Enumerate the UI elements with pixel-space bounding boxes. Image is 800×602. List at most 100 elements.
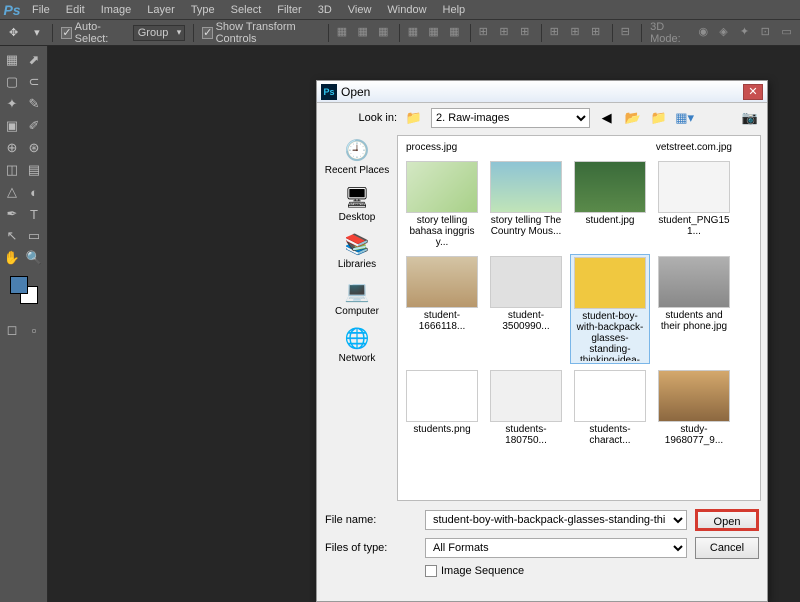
menu-type[interactable]: Type	[183, 4, 223, 16]
file-item[interactable]: student-boy-with-backpack-glasses-standi…	[570, 254, 650, 364]
menu-window[interactable]: Window	[379, 4, 434, 16]
artboard-tool-icon[interactable]: ⬈	[24, 50, 44, 70]
marquee-tool-icon[interactable]: ▢	[2, 72, 22, 92]
place-computer[interactable]: 💻Computer	[322, 278, 392, 317]
place-label: Network	[339, 353, 376, 364]
align-icon[interactable]: ▦	[449, 25, 462, 40]
file-item[interactable]: story telling The Country Mous...	[486, 159, 566, 250]
path-tool-icon[interactable]: ↖	[2, 226, 22, 246]
distribute-icon[interactable]: ⊞	[499, 25, 512, 40]
wand-tool-icon[interactable]: ✦	[2, 94, 22, 114]
cam-3d-icon[interactable]: ▭	[781, 25, 794, 40]
align-icon[interactable]: ▦	[378, 25, 391, 40]
image-sequence-checkbox[interactable]	[425, 565, 437, 577]
file-item[interactable]: students-charact...	[570, 368, 650, 448]
roll-3d-icon[interactable]: ✦	[740, 25, 753, 40]
align-icon[interactable]: ▦	[428, 25, 441, 40]
place-network[interactable]: 🌐 Network	[322, 325, 392, 364]
distribute-icon[interactable]: ⊞	[591, 25, 604, 40]
eraser-tool-icon[interactable]: ◫	[2, 160, 22, 180]
distribute-icon[interactable]: ⊞	[550, 25, 563, 40]
file-item[interactable]: students and their phone.jpg	[654, 254, 734, 364]
screen-mode-icon[interactable]: ▫	[24, 320, 44, 340]
dialog-title: Open	[341, 85, 743, 99]
pen-tool-icon[interactable]: ✒	[2, 204, 22, 224]
move-tool-icon[interactable]: ▦	[2, 50, 22, 70]
menu-image[interactable]: Image	[93, 4, 140, 16]
dialog-titlebar[interactable]: Ps Open ✕	[317, 81, 767, 103]
zoom-tool-icon[interactable]: 🔍	[24, 248, 44, 268]
pan-3d-icon[interactable]: ◈	[719, 25, 732, 40]
dodge-tool-icon[interactable]: ◐	[24, 182, 44, 202]
place-icon: 🌐	[341, 325, 373, 351]
distribute-icon[interactable]: ⊞	[479, 25, 492, 40]
align-icon[interactable]: ▦	[357, 25, 370, 40]
open-dialog: Ps Open ✕ Look in: 📁 2. Raw-images ◀ 📂 📁…	[316, 80, 768, 602]
file-item[interactable]: student-3500990...	[486, 254, 566, 364]
dropdown-icon[interactable]: ▾	[29, 24, 44, 42]
cancel-button[interactable]: Cancel	[695, 537, 759, 559]
filetype-dropdown[interactable]: All Formats	[425, 538, 687, 558]
auto-select-dropdown[interactable]: Group	[133, 25, 186, 41]
align-icon[interactable]: ▦	[408, 25, 421, 40]
file-item[interactable]: story telling bahasa inggris y...	[402, 159, 482, 250]
place-libraries[interactable]: 📚Libraries	[322, 231, 392, 270]
file-item[interactable]: student_PNG151...	[654, 159, 734, 250]
lasso-tool-icon[interactable]: ⊂	[24, 72, 44, 92]
lookin-dropdown[interactable]: 2. Raw-images	[431, 108, 590, 128]
place-recent-places[interactable]: 🕘Recent Places	[322, 137, 392, 176]
file-item[interactable]: student-1666118...	[402, 254, 482, 364]
file-list[interactable]: process.jpg vetstreet.com.jpg story tell…	[397, 135, 761, 501]
menu-select[interactable]: Select	[223, 4, 270, 16]
new-folder-icon[interactable]: 📁	[650, 109, 668, 127]
type-tool-icon[interactable]: T	[24, 204, 44, 224]
distribute-icon[interactable]: ⊞	[520, 25, 533, 40]
auto-align-icon[interactable]: ⊟	[621, 25, 634, 40]
menu-filter[interactable]: Filter	[269, 4, 309, 16]
file-thumb	[490, 161, 562, 213]
stamp-tool-icon[interactable]: ⊛	[24, 138, 44, 158]
distribute-icon[interactable]: ⊞	[570, 25, 583, 40]
place-desktop[interactable]: 🖥Desktop	[322, 184, 392, 223]
up-icon[interactable]: 📂	[624, 109, 642, 127]
menu-edit[interactable]: Edit	[58, 4, 93, 16]
bridge-icon[interactable]: 📷	[741, 109, 759, 127]
file-thumb	[658, 370, 730, 422]
file-thumb	[490, 370, 562, 422]
menu-3d[interactable]: 3D	[310, 4, 340, 16]
menu-help[interactable]: Help	[435, 4, 474, 16]
file-thumb	[658, 256, 730, 308]
file-name: student-boy-with-backpack-glasses-standi…	[573, 311, 647, 361]
brush-tool-icon[interactable]: ✐	[24, 116, 44, 136]
menu-file[interactable]: File	[24, 4, 58, 16]
auto-select-checkbox[interactable]: Auto-Select:	[61, 21, 124, 45]
color-swatches[interactable]	[10, 276, 40, 306]
shape-tool-icon[interactable]: ▭	[24, 226, 44, 246]
hand-tool-icon[interactable]: ✋	[2, 248, 22, 268]
align-icon[interactable]: ▦	[337, 25, 350, 40]
close-button[interactable]: ✕	[743, 84, 763, 100]
file-item[interactable]: students.png	[402, 368, 482, 448]
orbit-3d-icon[interactable]: ◉	[699, 25, 712, 40]
heal-tool-icon[interactable]: ⊕	[2, 138, 22, 158]
blur-tool-icon[interactable]: △	[2, 182, 22, 202]
gradient-tool-icon[interactable]: ▤	[24, 160, 44, 180]
show-transform-checkbox[interactable]: Show Transform Controls	[202, 21, 320, 45]
file-label[interactable]: vetstreet.com.jpg	[656, 142, 732, 153]
crop-tool-icon[interactable]: ▣	[2, 116, 22, 136]
menu-view[interactable]: View	[340, 4, 380, 16]
view-menu-icon[interactable]: ▦▾	[676, 109, 694, 127]
slide-3d-icon[interactable]: ⊡	[761, 25, 774, 40]
menu-layer[interactable]: Layer	[139, 4, 183, 16]
file-item[interactable]: students-180750...	[486, 368, 566, 448]
file-item[interactable]: study-1968077_9...	[654, 368, 734, 448]
open-button[interactable]: Open	[695, 509, 759, 531]
file-item[interactable]: student.jpg	[570, 159, 650, 250]
file-label[interactable]: process.jpg	[406, 142, 457, 153]
back-icon[interactable]: ◀	[598, 109, 616, 127]
eyedropper-tool-icon[interactable]: ✎	[24, 94, 44, 114]
file-name: story telling The Country Mous...	[488, 215, 564, 237]
foreground-swatch[interactable]	[10, 276, 28, 294]
filename-input[interactable]: student-boy-with-backpack-glasses-standi…	[425, 510, 687, 530]
mask-mode-icon[interactable]: ◻	[2, 320, 22, 340]
